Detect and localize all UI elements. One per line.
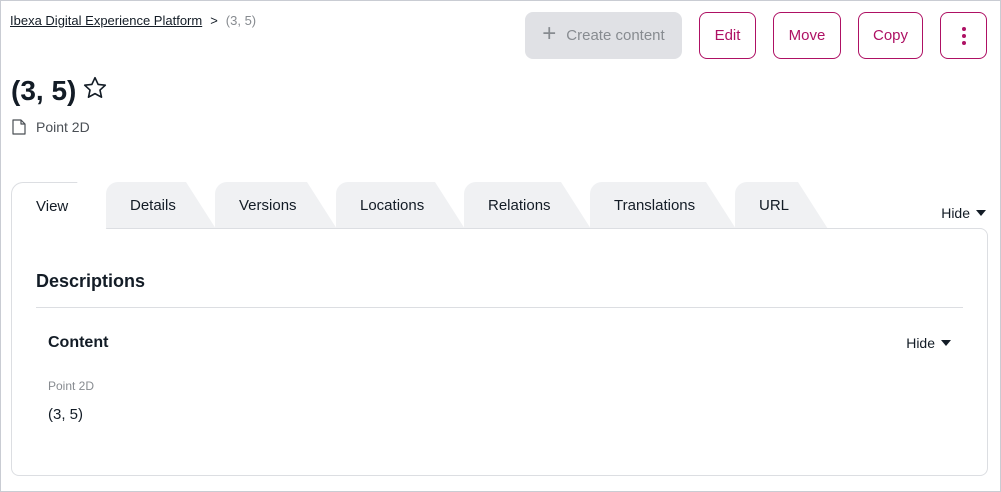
- create-content-label: Create content: [566, 27, 665, 44]
- plus-icon: +: [542, 20, 557, 47]
- tabs-hide-toggle[interactable]: Hide: [941, 205, 986, 221]
- group-title: Content: [48, 334, 109, 351]
- breadcrumb-current: (3, 5): [225, 13, 257, 28]
- section-title: Descriptions: [36, 271, 146, 291]
- tab-relations[interactable]: Relations: [464, 182, 591, 229]
- action-toolbar: + Create content Edit Move Copy: [525, 12, 987, 59]
- caret-down-icon: [976, 210, 986, 216]
- star-icon[interactable]: [82, 75, 108, 101]
- more-actions-button[interactable]: [940, 12, 987, 59]
- tab-details[interactable]: Details: [106, 182, 216, 229]
- field-value: (3, 5): [48, 406, 84, 423]
- create-content-button[interactable]: + Create content: [525, 12, 682, 59]
- tab-translations[interactable]: Translations: [590, 182, 736, 229]
- group-hide-toggle[interactable]: Hide: [906, 335, 951, 351]
- tab-bar: View Details Versions Locations Relation…: [11, 182, 841, 229]
- file-icon: [12, 119, 26, 135]
- field-label: Point 2D: [48, 379, 95, 393]
- copy-button[interactable]: Copy: [858, 12, 923, 59]
- breadcrumb-root-link[interactable]: Ibexa Digital Experience Platform: [10, 13, 202, 28]
- kebab-menu-icon: [961, 26, 966, 31]
- kebab-dot: [961, 33, 966, 38]
- tabs-hide-label: Hide: [941, 205, 970, 221]
- tab-url[interactable]: URL: [735, 182, 828, 229]
- move-button[interactable]: Move: [773, 12, 841, 59]
- edit-button[interactable]: Edit: [699, 12, 756, 59]
- kebab-dot: [961, 40, 966, 45]
- tab-view[interactable]: View: [11, 182, 107, 230]
- page-title: (3, 5): [11, 75, 77, 106]
- breadcrumb: Ibexa Digital Experience Platform > (3, …: [10, 13, 256, 28]
- caret-down-icon: [941, 340, 951, 346]
- content-type-label: Point 2D: [36, 119, 90, 135]
- group-hide-label: Hide: [906, 335, 935, 351]
- tab-versions[interactable]: Versions: [215, 182, 337, 229]
- tab-panel-view: Descriptions Content Hide Point 2D (3, 5…: [11, 228, 988, 476]
- title-row: (3, 5): [11, 75, 108, 107]
- content-type-row: Point 2D: [12, 119, 90, 135]
- breadcrumb-separator: >: [210, 13, 218, 28]
- divider: [36, 307, 963, 308]
- tab-locations[interactable]: Locations: [336, 182, 465, 229]
